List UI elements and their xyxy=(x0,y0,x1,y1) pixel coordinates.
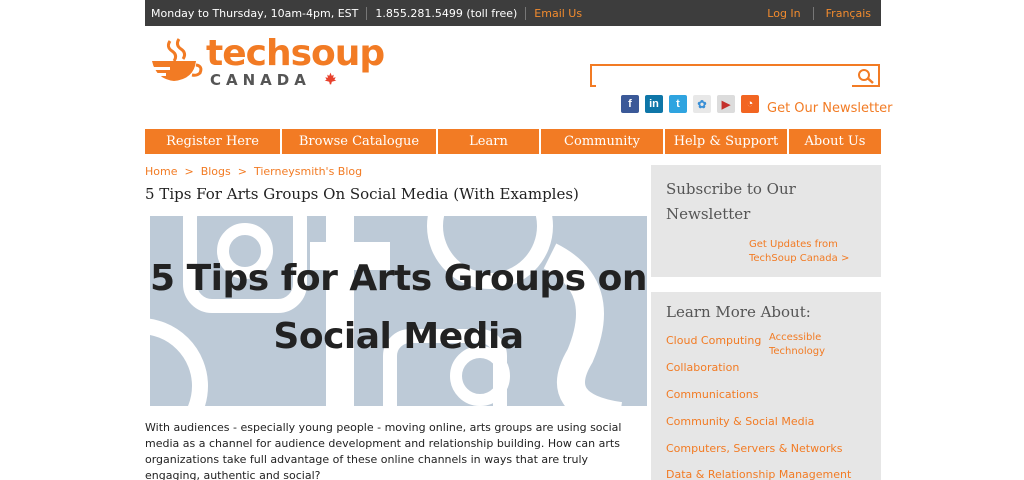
topic-link[interactable]: Communications xyxy=(666,388,758,401)
nav-community[interactable]: Community xyxy=(541,129,665,154)
breadcrumb-author-blog[interactable]: Tierneysmith's Blog xyxy=(254,165,362,178)
social-links: f in t ✿ ▶ ◔ xyxy=(621,95,759,113)
delicious-icon[interactable]: ✿ xyxy=(693,95,711,113)
hero-title-line2: Social Media xyxy=(273,316,524,357)
nav-learn[interactable]: Learn xyxy=(438,129,541,154)
topic-link[interactable]: Data & Relationship Management xyxy=(666,468,851,480)
topic-link[interactable]: Cloud Computing xyxy=(666,334,761,347)
search-icon[interactable] xyxy=(857,68,875,84)
main-nav: Register Here Browse Catalogue Learn Com… xyxy=(145,129,881,154)
hero-image: 5 Tips for Arts Groups on Social Media xyxy=(150,216,647,406)
youtube-icon[interactable]: ▶ xyxy=(717,95,735,113)
nav-help-support[interactable]: Help & Support xyxy=(665,129,789,154)
language-link[interactable]: Français xyxy=(812,7,871,20)
hero-title-line1: 5 Tips for Arts Groups on xyxy=(150,258,647,299)
breadcrumb-home[interactable]: Home xyxy=(145,165,177,178)
office-hours: Monday to Thursday, 10am-4pm, EST xyxy=(151,7,368,20)
topic-link[interactable]: Collaboration xyxy=(666,361,739,374)
breadcrumb-blogs[interactable]: Blogs xyxy=(201,165,231,178)
cup-icon xyxy=(148,38,203,81)
social-icons-background xyxy=(150,216,623,406)
twitter-icon[interactable]: t xyxy=(669,95,687,113)
subscribe-heading: Subscribe to Our Newsletter xyxy=(666,180,796,223)
topic-link[interactable]: Computers, Servers & Networks xyxy=(666,442,842,455)
phone-number: 1.855.281.5499 (toll free) xyxy=(367,7,527,20)
top-bar: Monday to Thursday, 10am-4pm, EST 1.855.… xyxy=(145,0,881,26)
breadcrumb-separator: > xyxy=(237,165,247,178)
login-link[interactable]: Log In xyxy=(755,7,812,20)
get-newsletter-link[interactable]: Get Our Newsletter xyxy=(767,101,893,116)
facebook-icon[interactable]: f xyxy=(621,95,639,113)
newsletter-updates-link[interactable]: Get Updates from TechSoup Canada > xyxy=(749,238,869,266)
search-input[interactable] xyxy=(596,67,852,87)
page-title: 5 Tips For Arts Groups On Social Media (… xyxy=(145,185,579,203)
techsoup-logo[interactable]: techsoup CANADA xyxy=(148,33,408,93)
search-box[interactable] xyxy=(590,64,880,87)
topic-link[interactable]: Community & Social Media xyxy=(666,415,814,428)
learn-more-panel: Learn More About: Cloud Computing Access… xyxy=(651,292,881,480)
logo-subtitle: CANADA xyxy=(210,71,311,89)
subscribe-panel: Subscribe to Our Newsletter Get Updates … xyxy=(651,165,881,277)
nav-register[interactable]: Register Here xyxy=(145,129,282,154)
rss-icon[interactable]: ◔ xyxy=(741,95,759,113)
nav-browse-catalogue[interactable]: Browse Catalogue xyxy=(282,129,438,154)
learn-more-heading: Learn More About: xyxy=(666,303,811,321)
linkedin-icon[interactable]: in xyxy=(645,95,663,113)
topic-link-accessible[interactable]: Accessible Technology xyxy=(769,331,859,359)
article-intro: With audiences - especially young people… xyxy=(145,421,622,480)
breadcrumb: Home > Blogs > Tierneysmith's Blog xyxy=(145,165,362,178)
breadcrumb-separator: > xyxy=(184,165,194,178)
nav-about-us[interactable]: About Us xyxy=(789,129,881,154)
logo-wordmark: techsoup xyxy=(206,33,385,74)
maple-leaf-icon xyxy=(324,72,337,85)
email-us-link[interactable]: Email Us xyxy=(526,7,590,20)
